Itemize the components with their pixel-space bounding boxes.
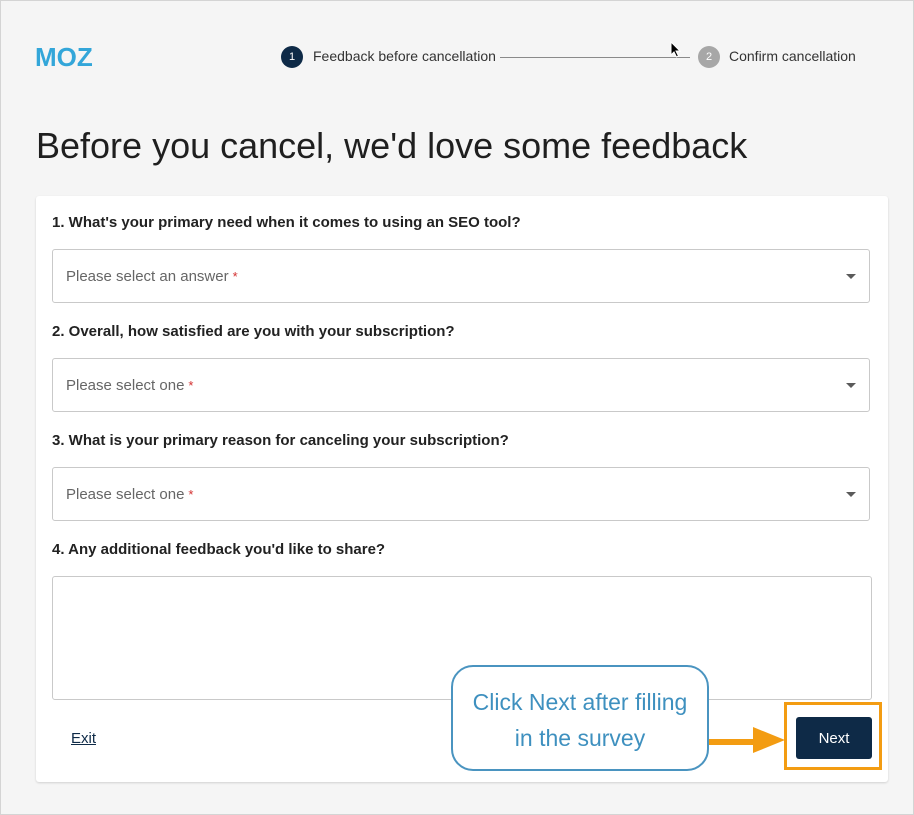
question-1-select[interactable]: Please select an answer *: [52, 249, 870, 303]
progress-stepper: 1 Feedback before cancellation 2 Confirm…: [281, 46, 881, 70]
chevron-down-icon: [846, 383, 856, 388]
page-title: Before you cancel, we'd love some feedba…: [36, 125, 748, 166]
step-2-indicator: 2: [698, 46, 720, 68]
callout-line-2: in the survey: [514, 725, 646, 751]
next-button[interactable]: Next: [796, 717, 872, 759]
question-3-label: 3. What is your primary reason for cance…: [52, 432, 509, 449]
step-1-indicator: 1: [281, 46, 303, 68]
mouse-cursor-icon: [670, 41, 682, 58]
question-1-label: 1. What's your primary need when it come…: [52, 214, 521, 231]
arrow-right-icon: [709, 727, 785, 753]
question-1-placeholder: Please select an answer *: [66, 268, 238, 285]
required-mark: *: [188, 378, 194, 393]
chevron-down-icon: [846, 274, 856, 279]
step-2-label: Confirm cancellation: [729, 48, 856, 64]
required-mark: *: [232, 269, 238, 284]
question-2-placeholder: Please select one *: [66, 377, 194, 394]
question-2-select[interactable]: Please select one *: [52, 358, 870, 412]
instruction-callout: Click Next after filling in the survey: [451, 665, 709, 771]
step-1-label: Feedback before cancellation: [313, 48, 496, 64]
app-window: MOZ 1 Feedback before cancellation 2 Con…: [0, 0, 914, 815]
required-mark: *: [188, 487, 194, 502]
moz-logo: MOZ: [35, 45, 93, 69]
question-2-label: 2. Overall, how satisfied are you with y…: [52, 323, 455, 340]
chevron-down-icon: [846, 492, 856, 497]
step-connector: [500, 57, 690, 58]
question-4-label: 4. Any additional feedback you'd like to…: [52, 541, 386, 558]
exit-link[interactable]: Exit: [71, 730, 96, 747]
question-3-select[interactable]: Please select one *: [52, 467, 870, 521]
question-3-placeholder: Please select one *: [66, 486, 194, 503]
callout-line-1: Click Next after filling: [472, 689, 688, 715]
svg-text:MOZ: MOZ: [35, 45, 93, 69]
